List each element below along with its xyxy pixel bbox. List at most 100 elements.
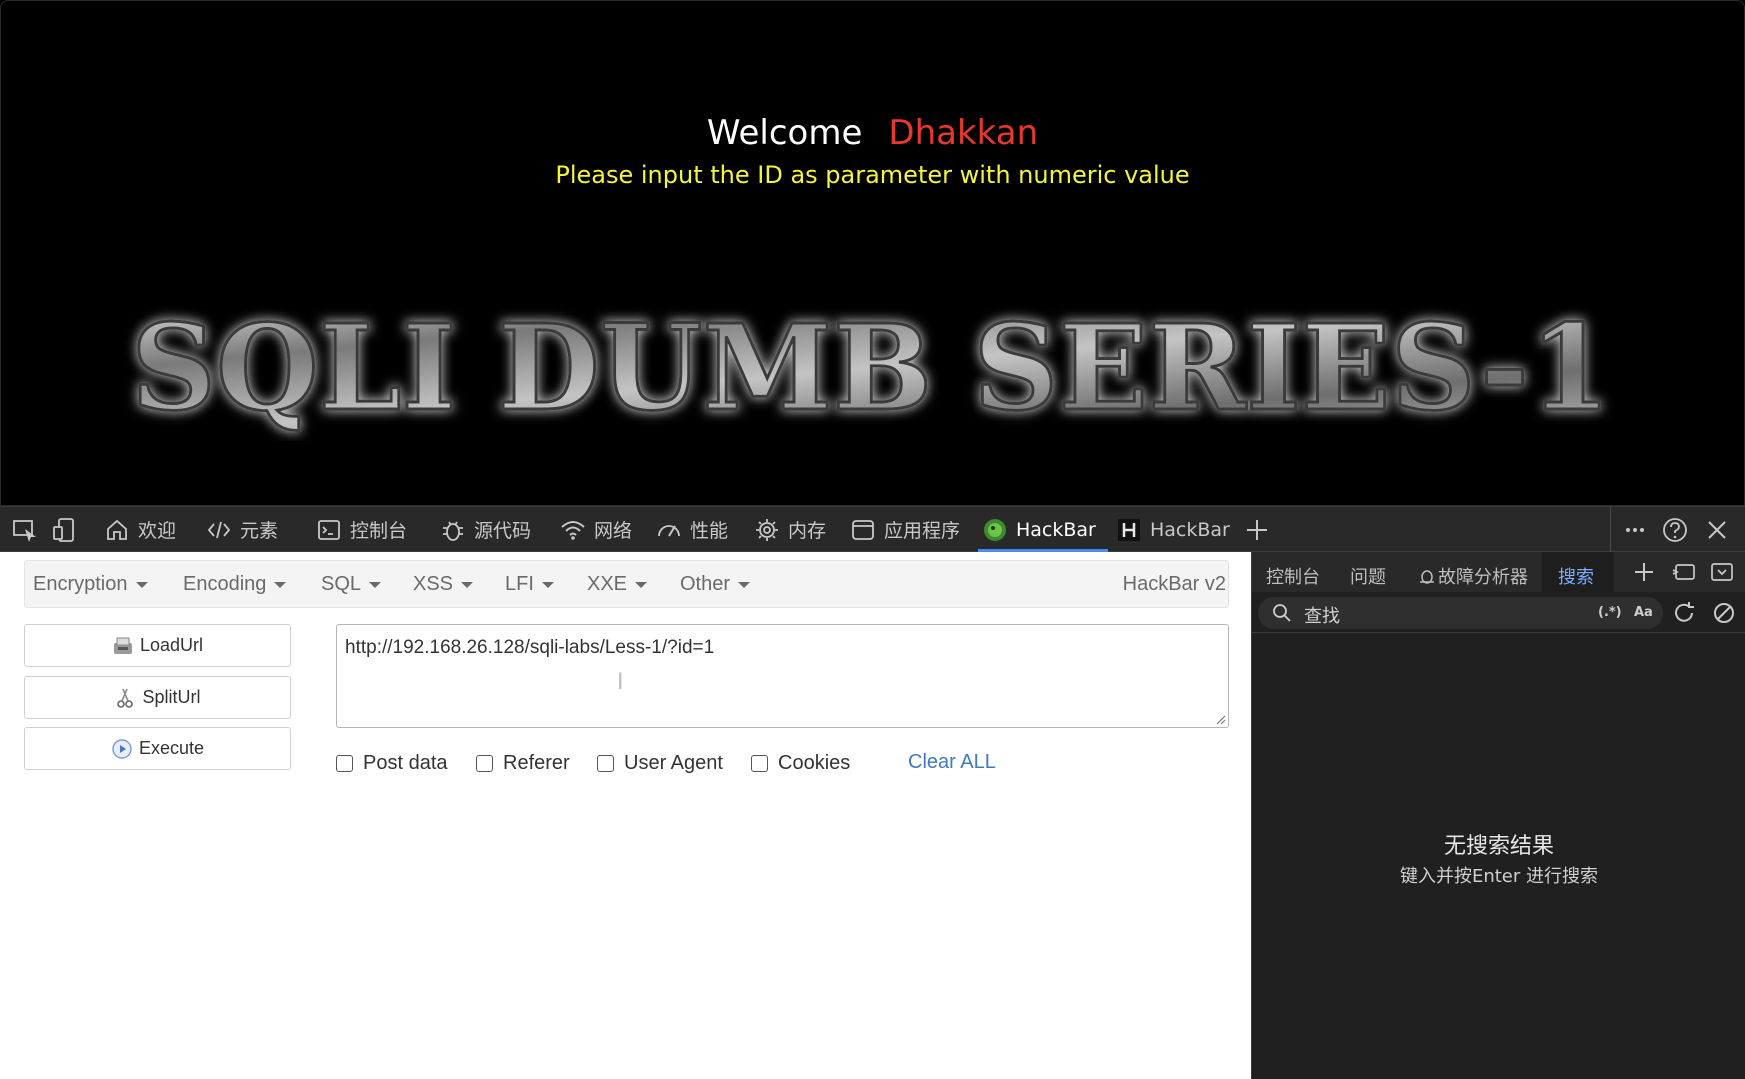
- checkbox-box[interactable]: [336, 755, 353, 772]
- split-url-button[interactable]: SplitUrl: [24, 676, 291, 719]
- console-icon: [318, 519, 340, 540]
- hackbar-h-icon: [1118, 518, 1140, 541]
- load-url-icon: [113, 637, 132, 654]
- tab-application[interactable]: 应用程序: [850, 507, 960, 552]
- wifi-icon: [561, 520, 585, 540]
- home-icon: [107, 519, 127, 540]
- gauge-icon: [658, 524, 680, 537]
- device-emulation-icon[interactable]: [50, 515, 80, 545]
- hackbar-menu-bar: Encryption Encoding SQL XSS LFI XXE Othe…: [24, 560, 1229, 608]
- instruction-text: Please input the ID as parameter with nu…: [555, 161, 1190, 189]
- chevron-down-icon: [635, 581, 648, 588]
- execute-label: Execute: [138, 738, 205, 758]
- checkbox-box[interactable]: [751, 755, 768, 772]
- search-hint-text: 键入并按Enter 进行搜索: [1399, 866, 1599, 887]
- search-placeholder: 查找: [1304, 606, 1340, 627]
- hackbar-logo-icon: [984, 518, 1006, 541]
- clear-icon[interactable]: [1710, 599, 1738, 627]
- crash-analyzer-icon: [1420, 570, 1434, 584]
- url-textarea[interactable]: http://192.168.26.128/sqli-labs/Less-1/?…: [336, 624, 1229, 728]
- referer-checkbox[interactable]: Referer: [476, 752, 570, 775]
- execute-button[interactable]: Execute: [24, 727, 291, 770]
- toolbar-divider: [1610, 507, 1611, 553]
- tab-label: HackBar: [1016, 518, 1096, 541]
- play-icon: [112, 738, 132, 759]
- banner-text: SQLI DUMB SERIES-1: [131, 298, 1611, 437]
- resize-grip-icon[interactable]: [1214, 713, 1226, 725]
- drawer-divider: [1252, 632, 1745, 633]
- drawer-tab-crash-analyzer[interactable]: 故障分析器: [1418, 563, 1528, 589]
- menu-sql[interactable]: SQL: [321, 573, 382, 596]
- hackbar-version-label: HackBar v2: [1122, 573, 1226, 595]
- menu-lfi[interactable]: LFI: [505, 573, 554, 596]
- bug-icon: [443, 521, 463, 541]
- tab-label: 内存: [788, 520, 827, 542]
- menu-encoding[interactable]: Encoding: [183, 573, 287, 596]
- move-to-bottom-icon[interactable]: [1708, 558, 1736, 586]
- tab-memory[interactable]: 内存: [754, 507, 826, 552]
- tab-hackbar-second[interactable]: HackBar: [1116, 507, 1230, 552]
- post-data-checkbox[interactable]: Post data: [336, 752, 448, 775]
- menu-encryption[interactable]: Encryption: [33, 573, 148, 596]
- tab-welcome[interactable]: 欢迎: [104, 507, 176, 552]
- tab-sources[interactable]: 源代码: [440, 507, 531, 552]
- regex-toggle[interactable]: (.*): [1598, 605, 1622, 620]
- menu-xss[interactable]: XSS: [413, 573, 474, 596]
- devtools-drawer: 控制台 问题 故障分析器 搜索 查找 (.*) Aa 无搜索结果 键入并按Ent…: [1251, 552, 1745, 1079]
- drawer-tab-search[interactable]: 搜索: [1558, 563, 1594, 589]
- load-url-button[interactable]: LoadUrl: [24, 624, 291, 667]
- search-input[interactable]: 查找 (.*) Aa: [1258, 597, 1663, 629]
- url-value: http://192.168.26.128/sqli-labs/Less-1/?…: [345, 637, 715, 658]
- chevron-down-icon: [541, 581, 554, 588]
- dock-panel-icon[interactable]: [1670, 558, 1698, 586]
- tab-performance[interactable]: 性能: [656, 507, 728, 552]
- checkbox-box[interactable]: [476, 755, 493, 772]
- checkbox-box[interactable]: [597, 755, 614, 772]
- no-results-text: 无搜索结果: [1443, 834, 1554, 859]
- tab-hackbar-active[interactable]: HackBar: [978, 507, 1108, 552]
- cookies-checkbox[interactable]: Cookies: [751, 752, 850, 775]
- close-devtools-icon[interactable]: [1702, 515, 1732, 545]
- text-cursor-icon: I: [617, 670, 624, 695]
- chevron-down-icon: [135, 581, 148, 588]
- menu-xxe[interactable]: XXE: [587, 573, 648, 596]
- code-icon: [207, 521, 231, 538]
- chip-icon: [756, 518, 778, 541]
- user-agent-checkbox[interactable]: User Agent: [597, 752, 723, 775]
- split-url-label: SplitUrl: [142, 687, 201, 707]
- hackbar-panel: Encryption Encoding SQL XSS LFI XXE Othe…: [0, 552, 1251, 1079]
- help-icon[interactable]: [1660, 515, 1690, 545]
- tab-elements[interactable]: 元素: [206, 507, 278, 552]
- match-case-toggle[interactable]: Aa: [1634, 605, 1653, 620]
- welcome-line: Welcome Dhakkan: [1, 113, 1744, 153]
- tab-label: HackBar: [1150, 518, 1230, 541]
- tab-label: 源代码: [474, 520, 532, 542]
- chevron-down-icon: [738, 581, 751, 588]
- menu-other[interactable]: Other: [680, 573, 751, 596]
- tab-label: 网络: [594, 520, 633, 542]
- refresh-icon[interactable]: [1670, 599, 1698, 627]
- sqli-lab-page: Welcome Dhakkan Please input the ID as pa…: [0, 0, 1745, 506]
- chevron-down-icon: [461, 581, 474, 588]
- search-icon: [1273, 604, 1291, 622]
- drawer-tab-issues[interactable]: 问题: [1350, 563, 1386, 589]
- add-drawer-tab-icon[interactable]: [1630, 558, 1658, 586]
- chevron-down-icon: [369, 581, 382, 588]
- tab-label: 应用程序: [884, 520, 961, 542]
- drawer-tab-bar: 控制台 问题 故障分析器 搜索: [1252, 552, 1745, 592]
- scissors-icon: [117, 688, 134, 708]
- devtools-tab-bar: 欢迎 元素 控制台 源代码 网络 性能 内存 应用程序 HackBar Hack…: [0, 506, 1745, 553]
- tab-network[interactable]: 网络: [560, 507, 632, 552]
- inspect-element-icon[interactable]: [10, 515, 40, 545]
- window-icon: [852, 519, 874, 540]
- more-options-icon[interactable]: [1620, 515, 1650, 545]
- tab-label: 元素: [240, 520, 279, 542]
- add-tab-icon[interactable]: [1242, 515, 1272, 545]
- tab-console[interactable]: 控制台: [316, 507, 407, 552]
- sqli-dumb-series-banner: SQLI DUMB SERIES-1: [130, 297, 1613, 439]
- drawer-tab-console[interactable]: 控制台: [1266, 563, 1320, 589]
- tab-label: 性能: [690, 520, 729, 542]
- clear-all-link[interactable]: Clear ALL: [908, 751, 996, 774]
- username-text: Dhakkan: [888, 113, 1039, 153]
- load-url-label: LoadUrl: [139, 635, 204, 655]
